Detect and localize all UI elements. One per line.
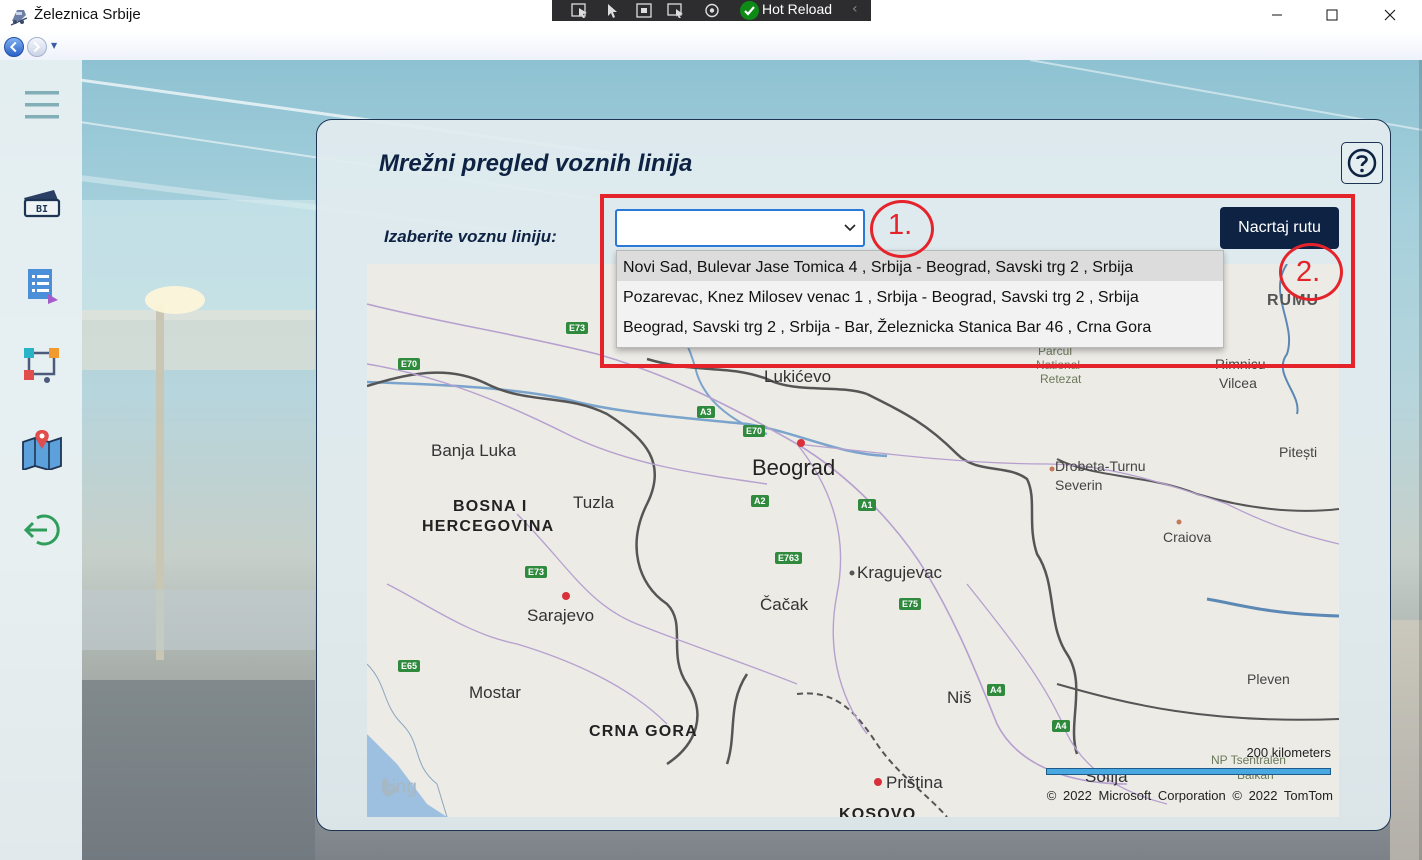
map-label: CRNA GORA bbox=[589, 723, 698, 740]
map-label: Sarajevo bbox=[527, 606, 595, 625]
collapse-toolbar-icon[interactable]: ‹ bbox=[852, 1, 858, 17]
hot-reload-label[interactable]: Hot Reload bbox=[762, 1, 832, 17]
train-app-icon bbox=[10, 10, 28, 26]
hamburger-menu-button[interactable] bbox=[18, 81, 66, 129]
layout-adorner-icon[interactable] bbox=[634, 2, 654, 19]
map-label: HERCEGOVINA bbox=[422, 518, 555, 535]
road-shield: A1 bbox=[858, 499, 876, 511]
road-shield: A4 bbox=[1052, 720, 1070, 732]
map-pin-icon bbox=[22, 430, 62, 470]
sidebar-item-timetable[interactable] bbox=[18, 262, 66, 310]
track-focus-icon[interactable] bbox=[666, 2, 686, 19]
page-title: Mrežni pregled voznih linija bbox=[379, 150, 693, 177]
annotation-number-1: 1. bbox=[888, 209, 913, 241]
road-shield: E73 bbox=[525, 566, 548, 578]
road-shield: A3 bbox=[697, 406, 715, 418]
map-label: Lukićevo bbox=[764, 367, 832, 386]
route-select-label: Izaberite voznu liniju: bbox=[384, 227, 557, 246]
pointer-icon[interactable] bbox=[602, 2, 622, 19]
road-shield: A2 bbox=[751, 495, 769, 507]
road-shield: E70 bbox=[398, 358, 421, 370]
maximize-icon bbox=[1326, 9, 1338, 21]
minimize-button[interactable] bbox=[1254, 0, 1300, 30]
back-arrow-icon[interactable] bbox=[4, 37, 24, 57]
road-shield: E70 bbox=[743, 425, 766, 437]
map-label: Retezat bbox=[1040, 372, 1082, 386]
map-label: Vilcea bbox=[1219, 375, 1257, 391]
sidebar-item-tickets[interactable]: BI bbox=[18, 181, 66, 229]
forward-arrow-icon[interactable] bbox=[27, 37, 47, 57]
road-shield: E65 bbox=[398, 660, 421, 672]
close-button[interactable] bbox=[1367, 0, 1413, 30]
question-mark-icon bbox=[1347, 148, 1377, 178]
history-dropdown-icon[interactable]: ▼ bbox=[51, 41, 57, 50]
annotation-highlight-box bbox=[600, 194, 1355, 368]
annotation-number-2: 2. bbox=[1296, 256, 1321, 288]
svg-text:BI: BI bbox=[36, 204, 48, 215]
maximize-button[interactable] bbox=[1309, 0, 1355, 30]
hamburger-menu-icon bbox=[25, 91, 59, 119]
route-network-icon bbox=[24, 348, 59, 383]
select-element-icon[interactable] bbox=[570, 2, 590, 19]
sidebar-item-map[interactable] bbox=[18, 425, 66, 473]
bing-logo-icon bbox=[384, 778, 397, 797]
map-label: Kragujevac bbox=[857, 563, 943, 582]
map-label: Drobeta-Turnu bbox=[1055, 458, 1146, 474]
map-label: Niš bbox=[947, 688, 972, 707]
map-label: Priština bbox=[886, 773, 943, 792]
sidebar-item-logout[interactable] bbox=[18, 506, 66, 554]
map-label: Craiova bbox=[1163, 529, 1212, 545]
map-label: Pitești bbox=[1279, 444, 1318, 460]
map-label: Beograd bbox=[752, 455, 836, 480]
road-shield: E75 bbox=[899, 598, 922, 610]
timetable-list-icon bbox=[28, 269, 58, 304]
xaml-dev-toolbar: Hot Reload ‹ bbox=[552, 0, 871, 21]
binding-failures-icon[interactable] bbox=[702, 2, 722, 19]
hot-reload-check-icon bbox=[740, 1, 759, 20]
road-shield: E763 bbox=[775, 552, 803, 564]
map-label: KOSOVO bbox=[839, 806, 917, 817]
map-copyright: © 2022 Microsoft Corporation © 2022 TomT… bbox=[1046, 788, 1333, 803]
minimize-icon bbox=[1272, 14, 1282, 16]
road-shield: A4 bbox=[987, 684, 1005, 696]
sidebar: BI bbox=[0, 60, 82, 860]
road-shield: E73 bbox=[566, 322, 589, 334]
map-label: Pleven bbox=[1247, 671, 1290, 687]
window-titlebar: Železnica Srbije Hot Reload ‹ bbox=[0, 0, 1422, 32]
help-button[interactable] bbox=[1341, 142, 1383, 184]
map-label: Banja Luka bbox=[431, 441, 517, 460]
sidebar-item-network[interactable] bbox=[18, 341, 66, 389]
map-scale-label: 200 kilometers bbox=[1246, 745, 1331, 760]
navigation-bar: ▼ bbox=[0, 32, 1422, 60]
logout-arrow-icon bbox=[23, 514, 60, 546]
window-title: Železnica Srbije bbox=[34, 6, 141, 23]
map-scale-bar bbox=[1046, 768, 1331, 775]
map-label: Severin bbox=[1055, 477, 1103, 493]
map-label: Mostar bbox=[469, 683, 521, 702]
map-label: BOSNA I bbox=[453, 498, 528, 515]
map-label: Čačak bbox=[760, 595, 809, 614]
map-label: Tuzla bbox=[573, 493, 614, 512]
bing-logo: bing bbox=[381, 777, 417, 799]
close-icon bbox=[1384, 9, 1396, 21]
ticket-icon: BI bbox=[23, 190, 61, 218]
